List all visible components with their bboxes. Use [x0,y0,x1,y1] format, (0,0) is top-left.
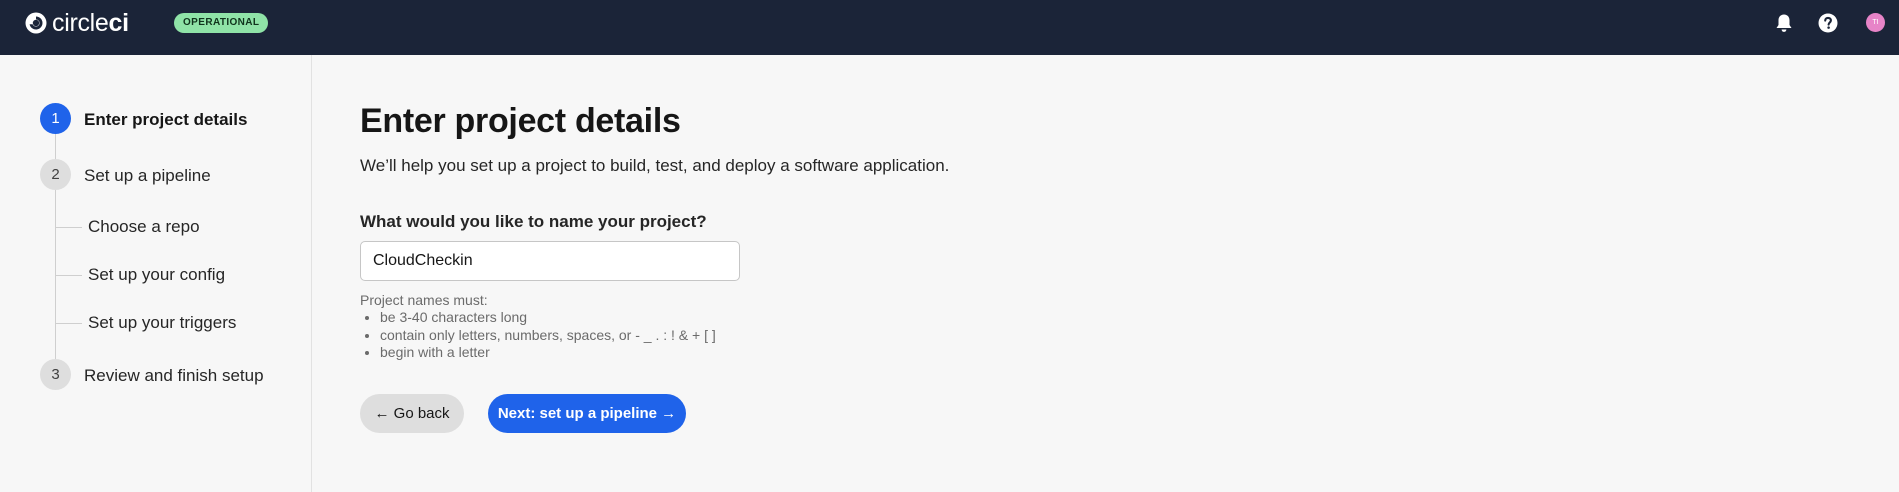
top-navigation-bar: circleci OPERATIONAL TI [0,0,1899,55]
substep-choose-repo[interactable]: Choose a repo [88,217,200,237]
circleci-logo-icon [25,12,47,34]
circleci-logo[interactable]: circleci [24,9,130,37]
project-name-rules-title: Project names must: [360,292,488,308]
substep-set-up-triggers[interactable]: Set up your triggers [88,313,236,333]
steps-connector-line [55,119,56,374]
substep-branch-line [56,323,82,324]
status-badge[interactable]: OPERATIONAL [174,13,269,33]
logo-text: circleci [52,9,130,37]
bell-icon [1776,14,1792,32]
step-3-number: 3 [40,359,71,390]
step-1-number: 1 [40,103,71,134]
project-name-input[interactable] [360,241,740,281]
logo-text-light: circle [52,9,109,37]
project-name-rules-list: be 3-40 characters long contain only let… [380,309,716,362]
substep-branch-line [56,227,82,228]
rule-item: contain only letters, numbers, spaces, o… [380,327,716,345]
rule-item: be 3-40 characters long [380,309,716,327]
help-button[interactable] [1817,12,1839,34]
user-avatar[interactable]: TI [1866,13,1885,32]
project-name-label: What would you like to name your project… [360,212,707,231]
step-2-number: 2 [40,159,71,190]
page-title: Enter project details [360,102,681,140]
step-1-label[interactable]: Enter project details [84,110,247,130]
substep-branch-line [56,275,82,276]
rule-item: begin with a letter [380,344,716,362]
setup-steps-sidebar: 1 Enter project details 2 Set up a pipel… [0,55,312,492]
help-icon [1818,13,1838,33]
notifications-button[interactable] [1773,12,1795,34]
logo-text-bold: ci [108,9,130,37]
go-back-button[interactable]: ← Go back [360,394,464,433]
page-subtitle: We’ll help you set up a project to build… [360,156,950,175]
next-set-up-pipeline-button[interactable]: Next: set up a pipeline → [488,394,686,433]
step-2-label[interactable]: Set up a pipeline [84,166,211,186]
substep-set-up-config[interactable]: Set up your config [88,265,225,285]
step-3-label[interactable]: Review and finish setup [84,366,264,386]
